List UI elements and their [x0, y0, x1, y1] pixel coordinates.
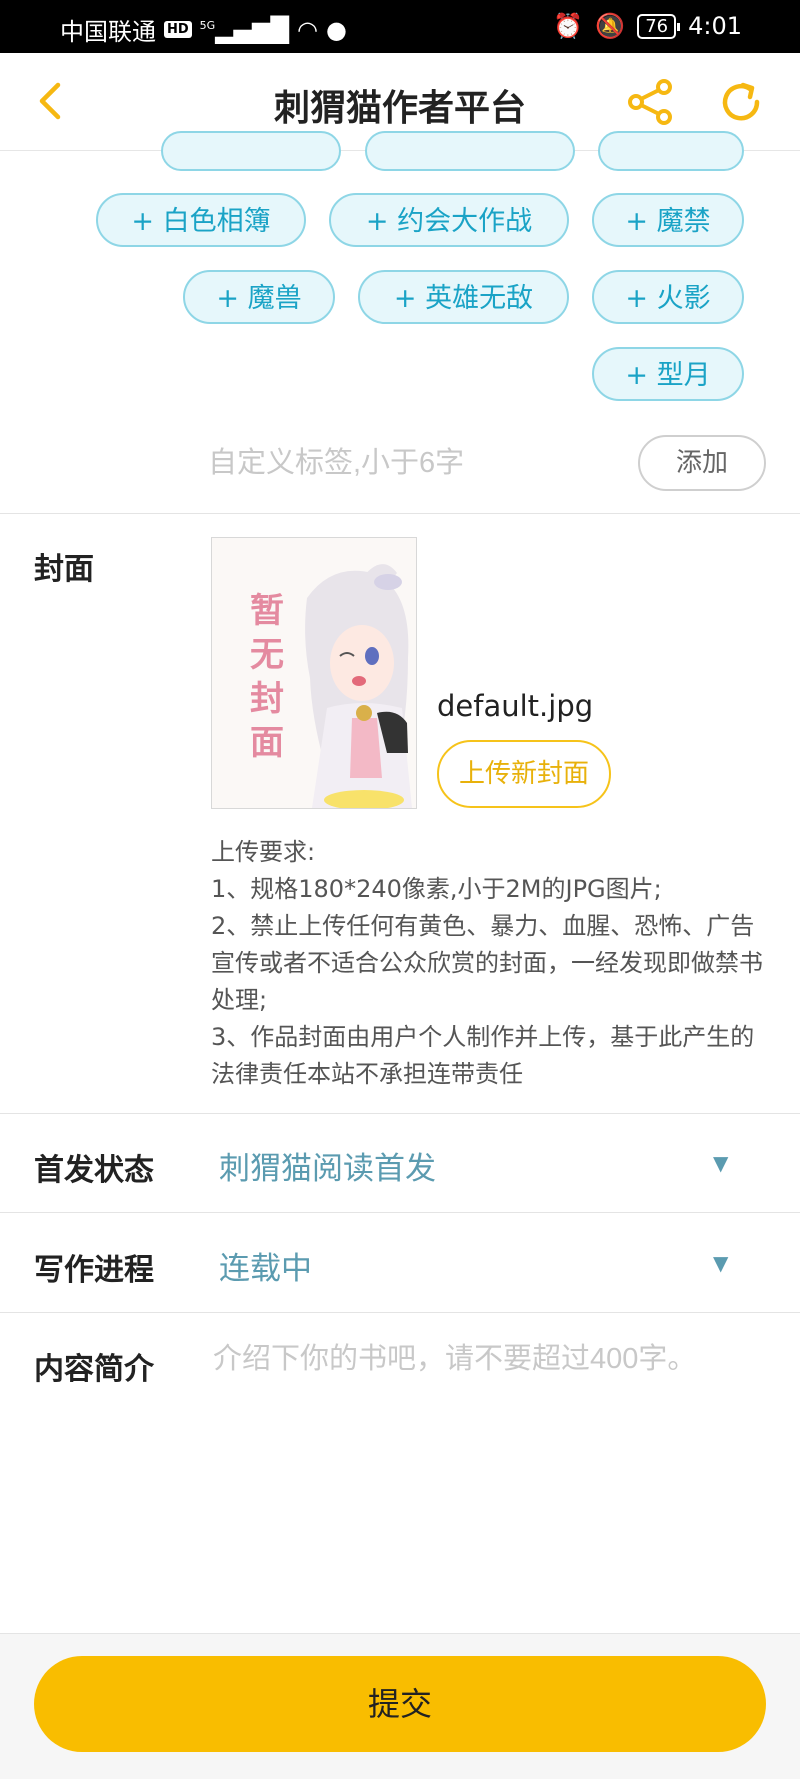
upload-requirements: 上传要求: 1、规格180*240像素,小于2M的JPG图片; 2、禁止上传任何… [211, 834, 771, 1093]
cover-image: 暂 无 封 面 [211, 537, 417, 809]
chevron-down-icon[interactable]: ▼ [713, 1251, 728, 1275]
refresh-button[interactable] [716, 77, 766, 127]
first-release-label: 首发状态 [34, 1153, 154, 1188]
share-button[interactable] [626, 77, 676, 127]
alarm-icon: ⏰ [553, 12, 584, 40]
intro-textarea[interactable] [211, 1335, 735, 1539]
cover-label: 封面 [34, 552, 94, 587]
share-icon [628, 79, 672, 125]
writing-progress-label: 写作进程 [34, 1253, 154, 1288]
cover-placeholder-char: 封 [250, 679, 284, 719]
cover-placeholder-char: 面 [250, 723, 284, 763]
tag-item[interactable]: + 魔兽 [183, 270, 335, 324]
upload-requirement-line: 上传要求: [211, 838, 316, 866]
upload-cover-button[interactable]: 上传新封面 [437, 740, 611, 808]
wifi-icon: ◠ [297, 15, 318, 44]
tag-partial-2[interactable] [365, 131, 575, 171]
tag-item[interactable]: + 约会大作战 [329, 193, 569, 247]
upload-requirement-line: 3、作品封面由用户个人制作并上传，基于此产生的法律责任本站不承担连带责任 [211, 1023, 755, 1088]
tag-partial-1[interactable] [161, 131, 341, 171]
first-release-select[interactable]: 刺猬猫阅读首发 [219, 1143, 436, 1188]
upload-requirement-line: 2、禁止上传任何有黄色、暴力、血腥、恐怖、广告宣传或者不适合公众欣赏的封面，一经… [211, 912, 763, 1014]
carrier-name: 中国联通 [60, 18, 156, 46]
hd-badge: HD [164, 21, 192, 38]
message-icon: ● [325, 15, 347, 44]
submit-button[interactable]: 提交 [34, 1656, 766, 1752]
mute-icon: 🔕 [595, 12, 626, 40]
cover-filename: default.jpg [437, 689, 594, 723]
tag-item[interactable]: + 火影 [592, 270, 744, 324]
divider [0, 513, 800, 514]
default-cover-illustration: 暂 无 封 面 [212, 538, 416, 808]
tag-item[interactable]: + 英雄无敌 [358, 270, 569, 324]
custom-tag-input[interactable] [206, 440, 610, 486]
tag-item[interactable]: + 白色相簿 [96, 193, 306, 247]
writing-progress-select[interactable]: 连载中 [219, 1243, 312, 1288]
chevron-down-icon[interactable]: ▼ [713, 1151, 728, 1175]
intro-label: 内容简介 [34, 1352, 154, 1387]
upload-requirement-line: 1、规格180*240像素,小于2M的JPG图片; [211, 875, 662, 903]
tag-item[interactable]: + 型月 [592, 347, 744, 401]
battery-indicator: 76 [637, 13, 680, 39]
tag-partial-3[interactable] [598, 131, 744, 171]
cover-placeholder-char: 无 [250, 635, 284, 675]
divider [0, 1113, 800, 1114]
status-bar: 中国联通 HD 5G▂▄▆█ ◠ ● ⏰ 🔕 76 4:01 [0, 0, 800, 53]
page-title: 刺猬猫作者平台 [273, 88, 526, 129]
tag-item[interactable]: + 魔禁 [592, 193, 744, 247]
refresh-icon [722, 82, 760, 121]
cover-placeholder-char: 暂 [250, 591, 284, 631]
signal-icon: 5G▂▄▆█ [199, 15, 290, 44]
add-tag-button[interactable]: 添加 [638, 435, 766, 491]
divider [0, 1212, 800, 1213]
clock: 4:01 [688, 12, 742, 40]
divider [0, 1312, 800, 1313]
